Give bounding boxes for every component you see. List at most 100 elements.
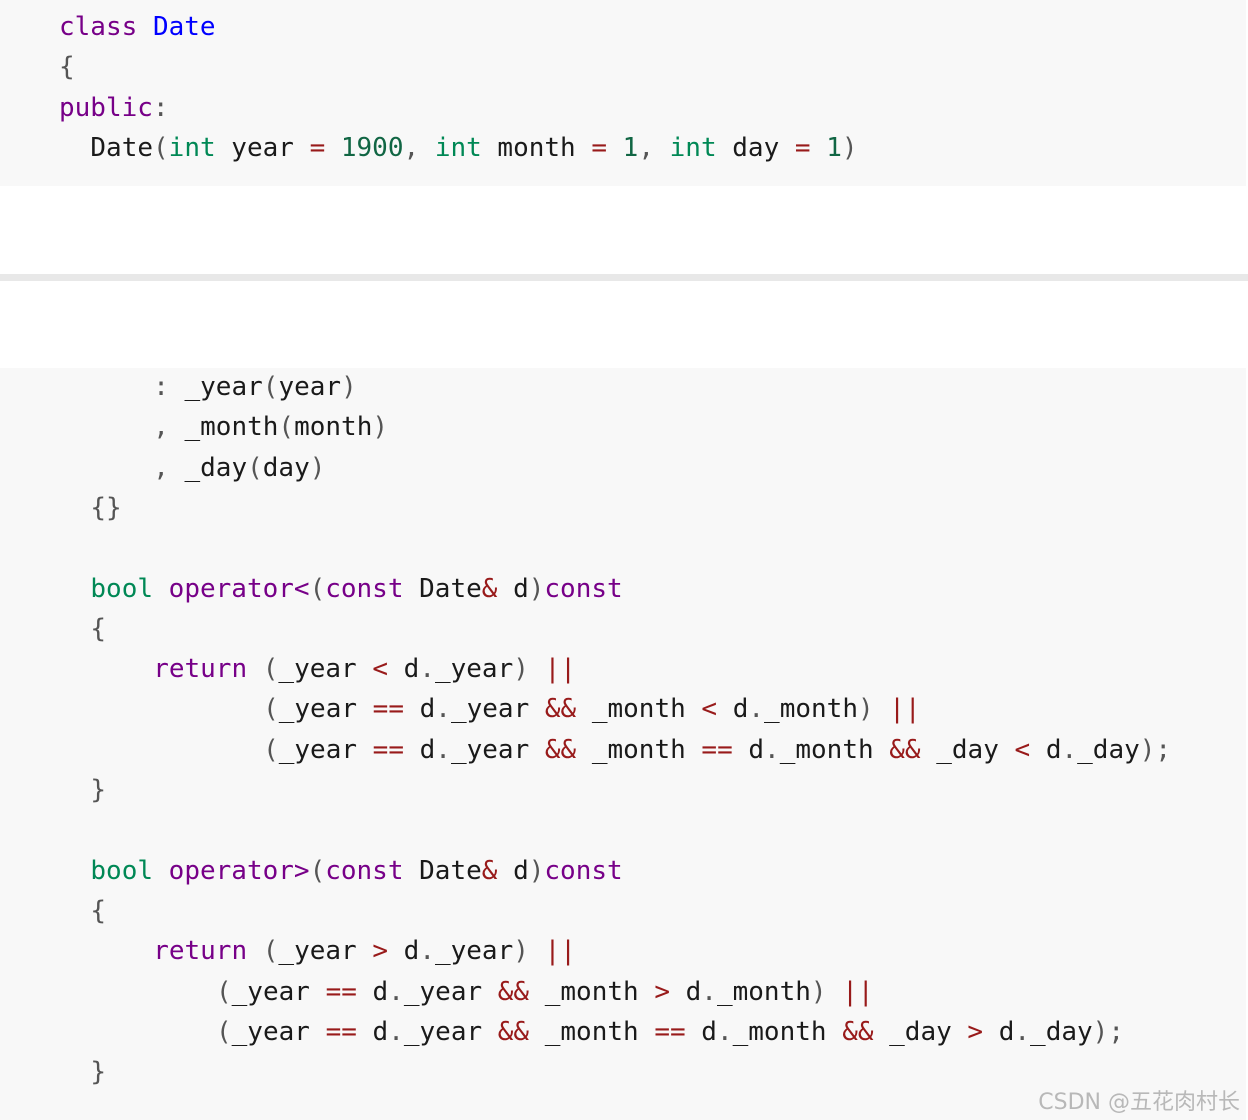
code-token: _month [764, 694, 858, 725]
code-token: _month [184, 412, 279, 443]
code-token: . [1014, 1016, 1031, 1047]
code-token: ( [216, 1016, 232, 1047]
code-token: d [669, 976, 702, 1007]
code-token: d [388, 936, 420, 967]
code-token: ( [153, 132, 169, 163]
code-line: return (_year < d._year) || [153, 649, 576, 689]
code-token: year [215, 132, 310, 163]
code-token: < [372, 654, 388, 685]
code-line: return (_year > d._year) || [153, 931, 576, 971]
code-token: ( [309, 573, 326, 604]
code-token: _month [576, 694, 702, 725]
code-line: } [90, 1052, 106, 1092]
code-token: d [403, 694, 436, 725]
code-token: ) [309, 452, 326, 483]
code-token: const [544, 573, 623, 604]
code-line: (_year == d._year && _month == d._month … [216, 1012, 1124, 1052]
code-token: , [153, 452, 185, 483]
code-token: ) [372, 412, 389, 443]
code-token: _year [450, 734, 545, 765]
code-line: bool operator>(const Date& d)const [90, 851, 622, 891]
code-line: , _day(day) [153, 448, 325, 488]
code-token: . [1061, 734, 1078, 765]
code-token: & [481, 573, 498, 604]
code-token: . [419, 654, 435, 685]
code-token: _day [920, 734, 1015, 765]
code-token: . [748, 694, 765, 725]
code-token: . [701, 976, 717, 1007]
code-token: _day [873, 1016, 968, 1047]
code-token: _year [231, 976, 326, 1007]
code-token: bool [90, 573, 154, 604]
code-line: } [90, 770, 106, 810]
code-token: > [372, 936, 388, 967]
code-token: = [591, 132, 608, 163]
code-token: ) [810, 976, 827, 1007]
code-token: int [669, 132, 717, 163]
code-token: d [1030, 734, 1062, 765]
blank-gap-top [0, 186, 1248, 274]
code-token: _month [779, 734, 890, 765]
code-token: return [153, 654, 248, 685]
code-token: , [153, 412, 185, 443]
watermark: CSDN @五花肉村长 [1038, 1090, 1240, 1115]
code-token: { [59, 52, 75, 83]
code-token: == [325, 1016, 357, 1047]
code-token: operator< [168, 573, 310, 604]
code-token: || [842, 976, 874, 1007]
code-token: day [262, 452, 310, 483]
code-token: ) [341, 372, 357, 402]
code-line: { [59, 47, 75, 87]
code-token: const [544, 855, 623, 886]
code-token: < [701, 694, 718, 725]
code-token: & [481, 855, 498, 886]
code-line: (_year == d._year && _month < d._month) … [263, 689, 921, 729]
code-token: Date [403, 573, 482, 604]
code-token: ) [528, 573, 545, 604]
code-token: ( [247, 452, 263, 483]
code-line: bool operator<(const Date& d)const [90, 569, 622, 609]
code-token: _month [716, 976, 811, 1007]
code-token: int [168, 132, 216, 163]
code-token: d [403, 734, 436, 765]
code-token: == [372, 734, 404, 765]
code-token: _year [403, 1016, 498, 1047]
code-token: && [497, 1016, 530, 1047]
code-token: } [90, 1057, 107, 1088]
code-token: = [794, 132, 811, 163]
code-token: d [685, 1016, 717, 1047]
code-token: _day [1077, 734, 1140, 765]
code-token: < [1014, 734, 1031, 765]
code-token: _year [231, 1016, 326, 1047]
code-line: , _month(month) [153, 407, 388, 447]
code-token: : [152, 92, 169, 123]
code-token: ( [263, 734, 279, 765]
code-token: {} [90, 492, 122, 523]
code-token: bool [90, 855, 154, 886]
code-line: { [90, 891, 106, 931]
code-token: == [372, 694, 404, 725]
code-line: : _year(year) [153, 367, 357, 407]
code-line: (_year == d._year && _month > d._month) … [216, 972, 874, 1012]
code-token: 1900 [340, 132, 404, 163]
code-token: return [153, 936, 248, 967]
code-token: d [497, 573, 529, 604]
code-token: _year [450, 694, 545, 725]
code-token: _month [529, 976, 655, 1007]
code-token: d [356, 1016, 389, 1047]
code-token: d [983, 1016, 1015, 1047]
code-token: _year [278, 654, 373, 685]
code-token: == [654, 1016, 686, 1047]
code-token: _day [1030, 1016, 1093, 1047]
code-token: ( [262, 654, 279, 685]
code-line: class Date [59, 7, 216, 47]
